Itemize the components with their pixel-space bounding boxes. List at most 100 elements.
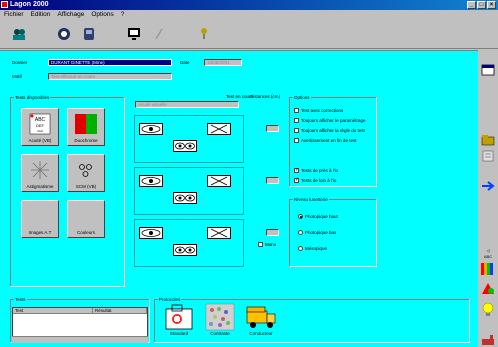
truck-icon bbox=[246, 306, 276, 328]
app-icon[interactable] bbox=[1, 1, 8, 8]
distance-box-1[interactable] bbox=[266, 125, 279, 132]
niveau-photopique-haut[interactable]: Photopique haut bbox=[298, 214, 338, 219]
note-icon[interactable] bbox=[481, 150, 495, 164]
tests-list-hscrollbar[interactable] bbox=[12, 336, 148, 343]
contrast-dots-icon bbox=[205, 303, 235, 331]
protocols-title: Protocoles bbox=[158, 297, 182, 302]
main-panel: Dossier DURANT GINETTE (Mme) Date 15/08/… bbox=[0, 50, 478, 347]
option-tests-pres-label: Tests de près à l'io bbox=[301, 168, 339, 173]
pin-icon[interactable] bbox=[195, 26, 213, 42]
niveau-group: Niveau lunetterie Photopique haut Photop… bbox=[289, 197, 377, 267]
colors-icon bbox=[68, 201, 104, 230]
svg-text:ABC: ABC bbox=[484, 254, 492, 259]
option-tests-pres[interactable]: Tests de près à l'io bbox=[294, 167, 339, 173]
phone-icon[interactable] bbox=[80, 26, 98, 42]
cross-card bbox=[207, 175, 231, 187]
menu-fichier[interactable]: Fichier bbox=[4, 10, 24, 19]
pen-icon[interactable] bbox=[150, 26, 168, 42]
mono-checkbox-box[interactable] bbox=[258, 242, 263, 247]
test-astigmatisme-button[interactable]: Astigmatisme bbox=[21, 154, 59, 192]
option-parametrage-box[interactable] bbox=[294, 118, 299, 123]
protocol-conducteur-button[interactable]: Conducteur bbox=[242, 303, 280, 339]
motif-field[interactable]: Test effectué en cours bbox=[48, 73, 172, 80]
svg-text:◁: ◁ bbox=[486, 248, 490, 253]
picture-panel-2[interactable] bbox=[134, 167, 244, 215]
col-test-header[interactable]: Test bbox=[13, 308, 93, 313]
menu-bar: Fichier Edition Affichage Options ? bbox=[0, 10, 498, 19]
niveau-photopique-haut-label: Photopique haut bbox=[305, 214, 338, 219]
scm-icon bbox=[68, 155, 104, 184]
tests-list-title: Tests bbox=[14, 297, 27, 302]
menu-help[interactable]: ? bbox=[121, 10, 125, 19]
distance-box-2[interactable] bbox=[266, 177, 279, 184]
option-corrections-box[interactable] bbox=[294, 108, 299, 113]
maximize-button[interactable]: □ bbox=[477, 1, 486, 9]
tests-group-title: Tests disponibles bbox=[14, 95, 51, 100]
test-scm-button[interactable]: SCM (VB) bbox=[67, 154, 105, 192]
options-group-title: Options bbox=[293, 95, 311, 100]
test-couleurs-label: Couleurs bbox=[76, 230, 95, 235]
col-result-header[interactable]: Résultat bbox=[93, 308, 147, 313]
monitor-icon[interactable] bbox=[125, 26, 143, 42]
protocol-standard-button[interactable]: Standard bbox=[160, 303, 198, 339]
menu-options[interactable]: Options bbox=[91, 10, 113, 19]
option-tests-loin[interactable]: Tests de loin à l'io bbox=[294, 177, 337, 183]
test-images-button[interactable]: Images A.T bbox=[21, 200, 59, 238]
niveau-mesopique-radio[interactable] bbox=[298, 246, 303, 251]
arrow-right-icon[interactable] bbox=[481, 180, 495, 194]
option-tests-loin-label: Tests de loin à l'io bbox=[301, 178, 337, 183]
test-couleurs-button[interactable]: Couleurs bbox=[67, 200, 105, 238]
people-icon[interactable] bbox=[10, 26, 28, 42]
svg-text:GHI: GHI bbox=[37, 129, 43, 133]
date-field[interactable]: 15/08/2001 bbox=[204, 59, 242, 66]
dock-icon[interactable] bbox=[481, 64, 495, 78]
shapes-icon[interactable] bbox=[481, 282, 495, 298]
test-images-label: Images A.T bbox=[28, 230, 52, 235]
mono-checkbox[interactable]: Mono bbox=[258, 242, 276, 247]
current-test-field[interactable]: Acuité visuelle bbox=[135, 101, 239, 108]
dossier-label: Dossier bbox=[12, 60, 28, 65]
minimize-button[interactable]: _ bbox=[467, 1, 476, 9]
window-title: Lagon 2000 bbox=[10, 1, 49, 8]
test-duochrome-button[interactable]: Duochrome bbox=[67, 108, 105, 146]
distances-label: Distances (cm) bbox=[250, 94, 281, 99]
dossier-field[interactable]: DURANT GINETTE (Mme) bbox=[48, 59, 172, 66]
abc-chart-icon[interactable]: ◁ ABC bbox=[480, 246, 496, 262]
standard-kit-icon bbox=[165, 304, 193, 330]
tests-list-header: Test Résultat bbox=[13, 308, 147, 314]
record-icon[interactable] bbox=[55, 26, 73, 42]
distance-box-3[interactable] bbox=[266, 229, 279, 236]
option-regle[interactable]: Toujours afficher la règle du test bbox=[294, 128, 365, 133]
option-tests-loin-box[interactable] bbox=[294, 177, 299, 183]
images-icon bbox=[22, 201, 58, 230]
title-bar: Lagon 2000 _ □ × bbox=[0, 0, 498, 10]
test-duochrome-label: Duochrome bbox=[74, 138, 98, 143]
close-button[interactable]: × bbox=[487, 1, 496, 9]
niveau-photopique-bas-radio[interactable] bbox=[298, 230, 303, 235]
picture-panel-1[interactable] bbox=[134, 115, 244, 163]
option-corrections-label: Test avec corrections bbox=[301, 108, 344, 113]
niveau-photopique-haut-radio[interactable] bbox=[298, 214, 303, 219]
arm-icon[interactable] bbox=[481, 334, 495, 347]
lightbulb-icon[interactable] bbox=[481, 302, 495, 320]
protocol-contraste-button[interactable]: Contraste bbox=[201, 303, 239, 339]
motif-label: Motif bbox=[12, 74, 22, 79]
option-tests-pres-box[interactable] bbox=[294, 167, 299, 173]
picture-panel-3[interactable] bbox=[134, 219, 244, 267]
option-avertissement-box[interactable] bbox=[294, 138, 299, 143]
right-toolbar: ◁ ABC bbox=[478, 50, 498, 347]
menu-affichage[interactable]: Affichage bbox=[57, 10, 84, 19]
test-acuite-button[interactable]: ABC DEF GHI Acuité (VB) bbox=[21, 108, 59, 146]
niveau-mesopique[interactable]: Mésopique bbox=[298, 246, 327, 251]
menu-edition[interactable]: Edition bbox=[31, 10, 51, 19]
eye-card bbox=[139, 175, 163, 187]
option-parametrage[interactable]: Toujours afficher le paramétrage bbox=[294, 118, 365, 123]
option-regle-box[interactable] bbox=[294, 128, 299, 133]
option-avertissement[interactable]: Avertissement en fin de test bbox=[294, 138, 356, 143]
option-corrections[interactable]: Test avec corrections bbox=[294, 108, 343, 113]
color-bars-icon[interactable] bbox=[481, 262, 495, 278]
folder-icon[interactable] bbox=[481, 134, 495, 148]
niveau-photopique-bas[interactable]: Photopique bas bbox=[298, 230, 336, 235]
test-scm-label: SCM (VB) bbox=[75, 184, 97, 189]
cross-card bbox=[207, 227, 231, 239]
